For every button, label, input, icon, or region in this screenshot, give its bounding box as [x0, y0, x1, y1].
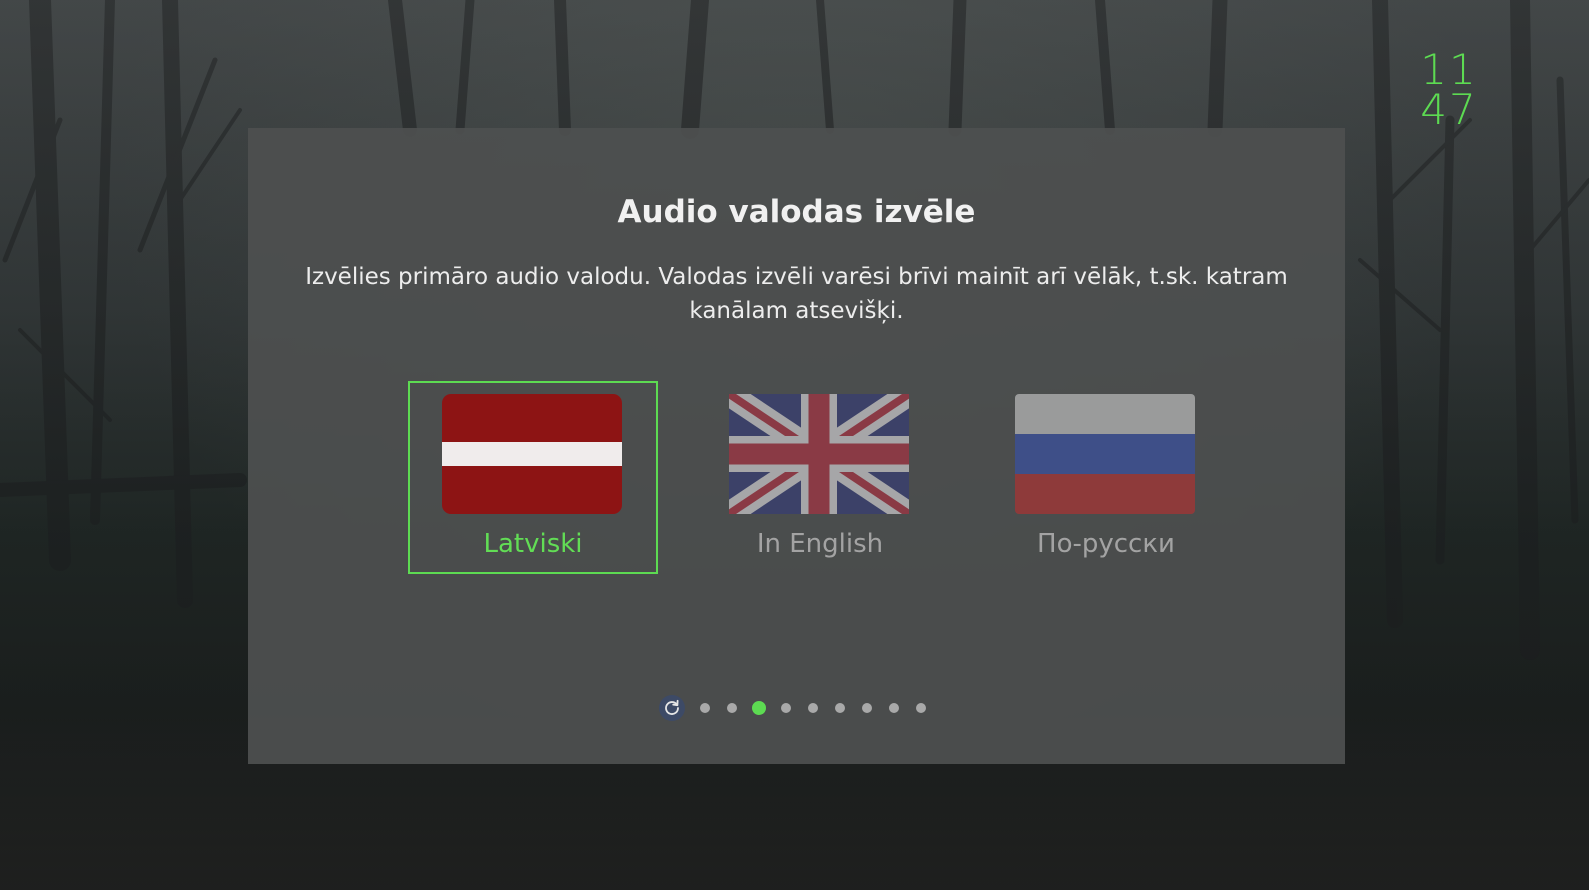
language-option-latvian[interactable]: Latviski: [408, 381, 658, 574]
russia-flag-icon: [1015, 394, 1195, 514]
audio-language-dialog: Audio valodas izvēle Izvēlies primāro au…: [248, 128, 1345, 764]
step-dot-2: [727, 703, 737, 713]
clock-hours: 11: [1420, 45, 1478, 94]
language-label: In English: [756, 529, 884, 559]
step-dot-5: [808, 703, 818, 713]
language-option-english[interactable]: In English: [695, 381, 945, 574]
step-dot-8: [889, 703, 899, 713]
screen: 11 47 Audio valodas izvēle Izvēlies prim…: [0, 0, 1589, 890]
clock: 11 47: [1419, 45, 1479, 134]
restart-icon[interactable]: [658, 695, 685, 721]
language-options: Latviski In English По-русски: [248, 381, 1345, 581]
clock-minutes: 47: [1420, 85, 1478, 134]
latvia-flag-icon: [442, 394, 622, 514]
dialog-title: Audio valodas izvēle: [617, 194, 976, 230]
language-option-russian[interactable]: По-русски: [981, 381, 1231, 574]
language-label: По-русски: [1037, 529, 1175, 559]
dialog-description: Izvēlies primāro audio valodu. Valodas i…: [305, 264, 1288, 324]
step-dot-4: [781, 703, 791, 713]
step-pager: [248, 694, 1345, 722]
step-dot-3-active: [752, 701, 766, 715]
step-dot-6: [835, 703, 845, 713]
step-dot-7: [862, 703, 872, 713]
uk-flag-icon: [729, 394, 909, 514]
step-dot-9: [916, 703, 926, 713]
step-dot-1: [700, 703, 710, 713]
language-label: Latviski: [483, 529, 583, 559]
